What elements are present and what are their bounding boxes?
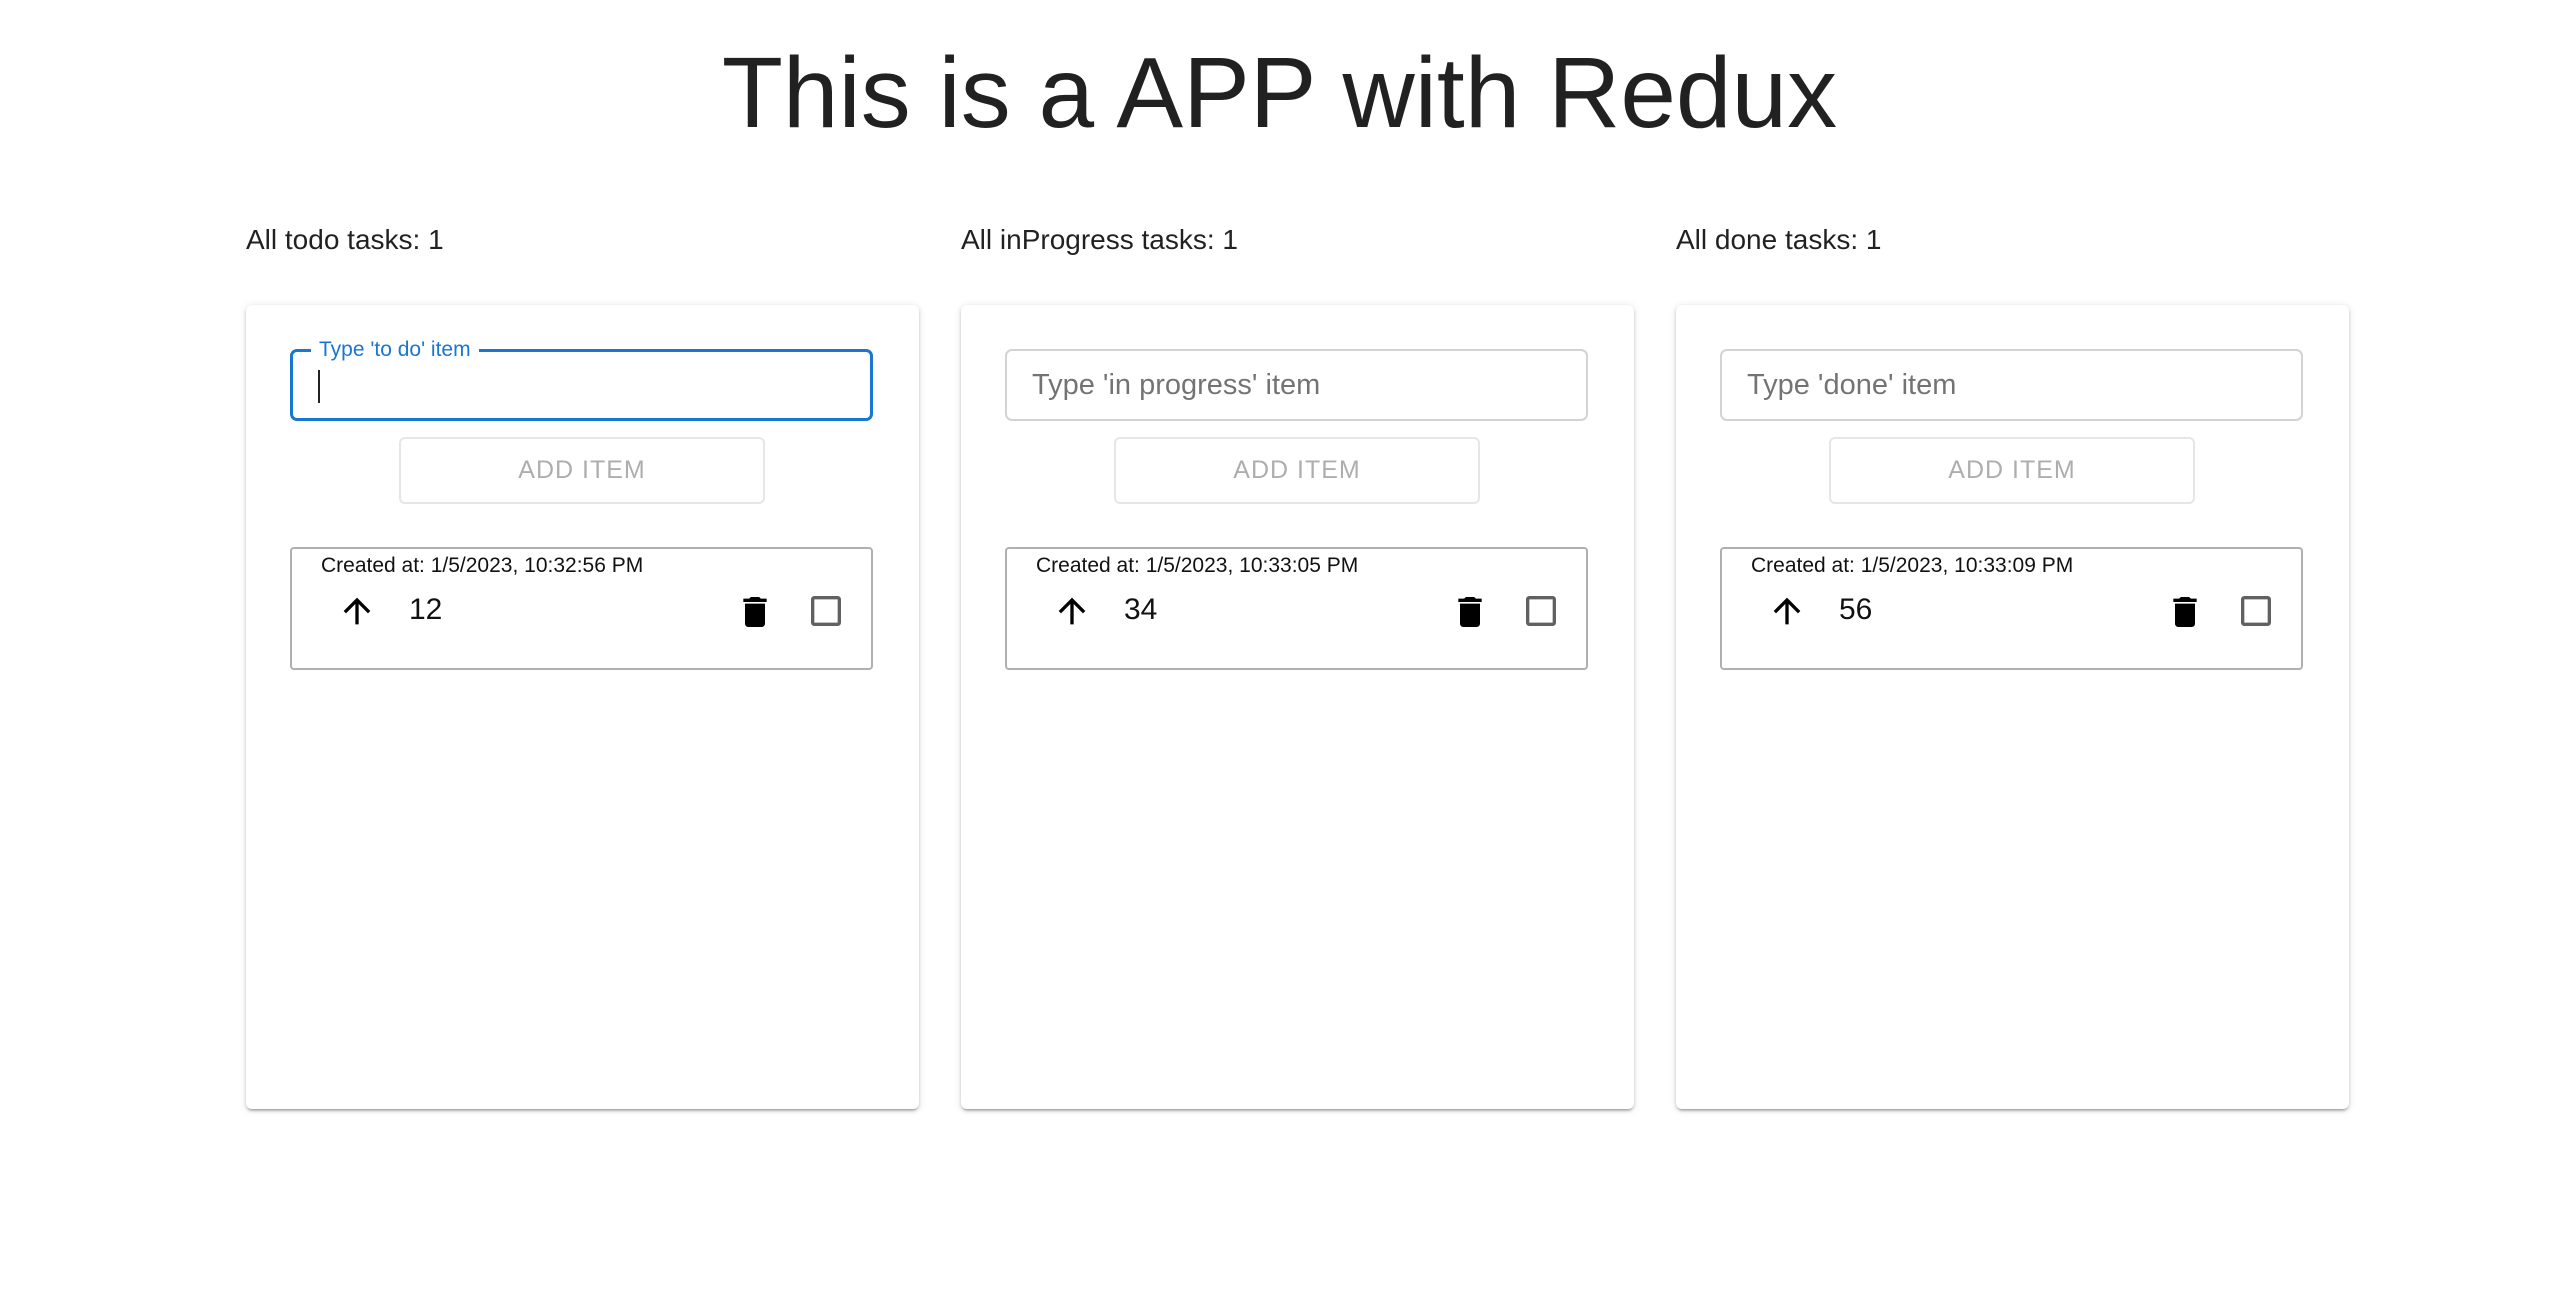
trash-icon[interactable] (2165, 591, 2205, 633)
done-input[interactable] (1722, 351, 2301, 419)
in-progress-input-field[interactable] (1005, 349, 1588, 421)
checkbox-unchecked-icon[interactable] (1521, 591, 1561, 631)
in-progress-count-label: All inProgress tasks: 1 (961, 224, 1238, 255)
text-cursor (318, 370, 320, 403)
task-value: 34 (1124, 593, 1158, 626)
todo-input-field[interactable]: Type 'to do' item (290, 338, 873, 421)
app-root: This is a APP with Redux All todo tasks:… (0, 0, 2559, 1311)
arrow-up-icon[interactable] (1052, 591, 1092, 631)
page-title: This is a APP with Redux (721, 37, 1838, 149)
task-created-at: Created at: 1/5/2023, 10:33:09 PM (1751, 554, 2074, 577)
checkbox-unchecked-icon[interactable] (806, 591, 846, 631)
task-created-at: Created at: 1/5/2023, 10:33:05 PM (1036, 554, 1359, 577)
arrow-up-icon[interactable] (1767, 591, 1807, 631)
trash-icon[interactable] (1450, 591, 1490, 633)
trash-icon[interactable] (735, 591, 775, 633)
todo-input[interactable] (293, 352, 870, 418)
task-created-at: Created at: 1/5/2023, 10:32:56 PM (321, 554, 644, 577)
todo-count-label: All todo tasks: 1 (246, 224, 444, 255)
in-progress-input[interactable] (1007, 351, 1586, 419)
todo-add-item-button[interactable]: ADD ITEM (399, 437, 765, 504)
done-input-field[interactable] (1720, 349, 2303, 421)
in-progress-card: ADD ITEM Created at: 1/5/2023, 10:33:05 … (961, 305, 1634, 1109)
task-item: Created at: 1/5/2023, 10:33:05 PM 34 (1005, 547, 1588, 670)
done-card: ADD ITEM Created at: 1/5/2023, 10:33:09 … (1676, 305, 2349, 1109)
todo-card: Type 'to do' item ADD ITEM Created at: 1… (246, 305, 919, 1109)
done-add-item-button[interactable]: ADD ITEM (1829, 437, 2195, 504)
task-value: 56 (1839, 593, 1873, 626)
task-item: Created at: 1/5/2023, 10:33:09 PM 56 (1720, 547, 2303, 670)
task-value: 12 (409, 593, 443, 626)
in-progress-add-item-button[interactable]: ADD ITEM (1114, 437, 1480, 504)
done-count-label: All done tasks: 1 (1676, 224, 1882, 255)
arrow-up-icon[interactable] (337, 591, 377, 631)
checkbox-unchecked-icon[interactable] (2236, 591, 2276, 631)
task-item: Created at: 1/5/2023, 10:32:56 PM 12 (290, 547, 873, 670)
